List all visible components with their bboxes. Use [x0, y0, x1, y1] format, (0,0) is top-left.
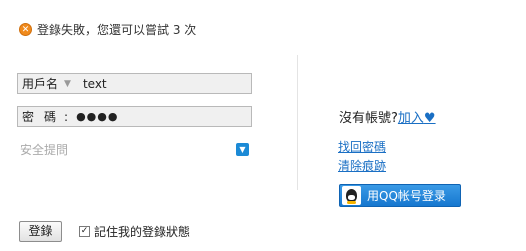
register-prompt: 沒有帳號?加入♥	[339, 107, 436, 126]
username-field[interactable]: 用戶名 ▼ text	[17, 73, 252, 94]
qq-login-label: 用QQ帐号登录	[367, 189, 446, 203]
username-label: 用戶名	[22, 77, 59, 91]
close-circle-icon: ✕	[19, 23, 32, 36]
password-label: 密碼	[22, 110, 67, 124]
username-value: text	[82, 76, 107, 91]
register-prompt-text: 沒有帳號?	[339, 111, 398, 126]
security-question-placeholder: 安全提問	[20, 142, 69, 157]
triangle-down-icon[interactable]: ▼	[64, 79, 71, 89]
password-field[interactable]: 密碼 : ●●●●	[17, 106, 252, 127]
divider	[297, 55, 298, 190]
qq-penguin-icon	[342, 186, 361, 205]
login-error-message: ✕ 登錄失敗，您還可以嘗試 3 次	[19, 21, 196, 38]
error-text: 登錄失敗，您還可以嘗試 3 次	[37, 23, 197, 37]
chevron-down-icon[interactable]: ▼	[236, 142, 249, 156]
password-colon: :	[64, 109, 69, 124]
qq-login-button[interactable]: 用QQ帐号登录	[339, 184, 461, 207]
heart-icon: ♥	[423, 111, 436, 126]
remember-me-label: 記住我的登錄狀態	[94, 225, 191, 239]
security-question-select[interactable]: 安全提問 ▼	[17, 140, 249, 158]
remember-me-checkbox[interactable]: ✓	[79, 226, 90, 237]
login-button[interactable]: 登錄	[19, 221, 62, 242]
register-link[interactable]: 加入♥	[398, 111, 436, 126]
remember-me[interactable]: ✓ 記住我的登錄狀態	[79, 223, 190, 240]
forgot-password-link[interactable]: 找回密碼	[338, 138, 386, 155]
register-link-text: 加入	[397, 111, 424, 126]
clear-traces-link[interactable]: 清除痕跡	[338, 157, 386, 174]
password-value: ●●●●	[76, 110, 119, 123]
